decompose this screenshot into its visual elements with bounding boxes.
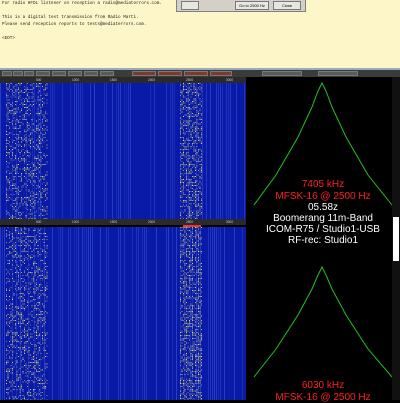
frequency-scale-middle: 500 1000 1500 2000 2500 3000 xyxy=(0,219,246,225)
receiver-label: ICOM-R75 / Studio1-USB xyxy=(266,224,380,235)
scale-label: 3000 xyxy=(226,220,234,224)
scale-label: 2000 xyxy=(148,220,156,224)
tool-button-3[interactable] xyxy=(24,71,34,76)
tool-button-6[interactable] xyxy=(68,71,82,76)
text-line-3: Please send reception reports to tests@m… xyxy=(2,22,147,27)
scale-label: 500 xyxy=(36,220,42,224)
tool-button-7[interactable] xyxy=(84,71,98,76)
frequency-label: 7405 kHz xyxy=(301,179,345,190)
program-label: Boomerang 11m-Band xyxy=(273,213,373,224)
signal-panel: 7405 kHz MFSK-16 @ 2500 Hz 05.58z Boomer… xyxy=(246,77,400,403)
frequency-label-2: 6030 kHz xyxy=(301,380,345,391)
tool-button-2[interactable] xyxy=(13,71,23,76)
tool-button-red-2[interactable] xyxy=(158,71,182,76)
tool-button-4[interactable] xyxy=(36,71,50,76)
mode-label-2: MFSK-16 @ 2500 Hz xyxy=(275,392,371,403)
dialog-field[interactable] xyxy=(181,1,199,10)
tool-button-red-4[interactable] xyxy=(210,71,232,76)
waterfall-canvas-2[interactable] xyxy=(0,227,246,400)
text-line-4: <EOT> xyxy=(2,36,15,41)
scale-label: 1500 xyxy=(110,220,118,224)
tool-button-right-2[interactable] xyxy=(318,71,358,76)
scrollbar-thumb[interactable] xyxy=(393,217,399,261)
scale-label: 1000 xyxy=(72,220,80,224)
goto-2500-button[interactable]: Go to 2500 Hz xyxy=(235,1,269,10)
waterfall-display-2[interactable] xyxy=(0,227,246,400)
tool-button-8[interactable] xyxy=(100,71,114,76)
time-label: 05.58z xyxy=(307,202,339,213)
tool-button-5[interactable] xyxy=(52,71,66,76)
vertical-scrollbar[interactable] xyxy=(392,77,400,400)
rf-rec-label: RF-rec: Studio1 xyxy=(287,235,359,246)
goto-dialog: Go to 2500 Hz Close xyxy=(176,0,306,12)
mode-label: MFSK-16 @ 2500 Hz xyxy=(275,191,371,202)
waterfall-canvas-1[interactable] xyxy=(0,83,246,219)
spectrum-curve-2 xyxy=(253,265,393,378)
waterfall-display-1[interactable] xyxy=(0,83,246,219)
tool-button-1[interactable] xyxy=(2,71,12,76)
tool-button-red-1[interactable] xyxy=(132,71,156,76)
waterfall-toolbar xyxy=(0,70,400,77)
tool-button-right-1[interactable] xyxy=(262,71,302,76)
text-line-1: For radio HFDL listener on reception a r… xyxy=(2,1,162,6)
close-button[interactable]: Close xyxy=(273,1,301,10)
tool-button-red-3[interactable] xyxy=(184,71,208,76)
